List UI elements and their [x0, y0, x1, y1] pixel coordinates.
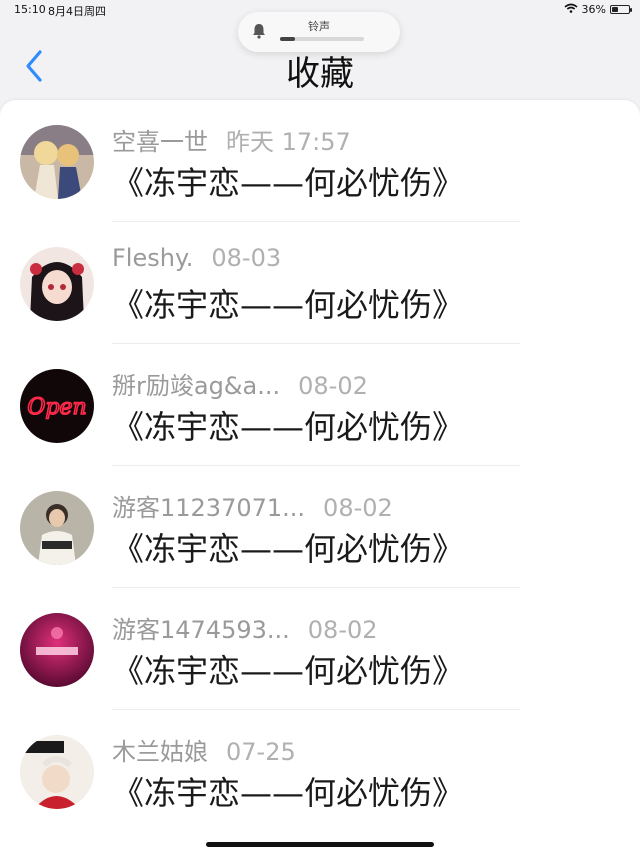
svg-text:Open: Open — [27, 395, 86, 420]
favorites-list: 空喜一世 昨天 17:57 《冻宇恋——何必忧伤》 Fleshy. 08-03 《冻… — [0, 100, 640, 853]
avatar — [20, 491, 94, 565]
name-line: 空喜一世 昨天 17:57 — [112, 122, 351, 157]
song-title: 《冻宇恋——何必忧伤》 — [112, 652, 465, 690]
battery-percent: 36% — [581, 3, 606, 16]
user-name: 木兰姑娘 — [112, 738, 208, 766]
battery-icon — [610, 5, 632, 14]
list-item[interactable]: 游客11237071... 08-02 《冻宇恋——何必忧伤》 — [0, 466, 640, 588]
page-title: 收藏 — [286, 54, 354, 94]
post-date: 昨天 17:57 — [226, 128, 351, 156]
song-title: 《冻宇恋——何必忧伤》 — [112, 286, 465, 324]
name-line: 木兰姑娘 07-25 — [112, 732, 296, 767]
post-date: 07-25 — [226, 738, 296, 766]
avatar — [20, 125, 94, 199]
song-title: 《冻宇恋——何必忧伤》 — [112, 408, 465, 446]
list-item[interactable]: Fleshy. 08-03 《冻宇恋——何必忧伤》 — [0, 222, 640, 344]
list-item[interactable]: Open 掰r励竣ag&a... 08-02 《冻宇恋——何必忧伤》 — [0, 344, 640, 466]
avatar: Open — [20, 369, 94, 443]
wifi-icon — [564, 3, 578, 16]
post-date: 08-03 — [211, 244, 282, 272]
user-name: Fleshy. — [112, 244, 194, 272]
post-date: 08-02 — [323, 494, 393, 522]
home-indicator[interactable] — [206, 842, 434, 847]
volume-fill — [280, 37, 296, 41]
avatar — [20, 247, 94, 321]
status-date: 8月4日周四 — [48, 5, 106, 18]
user-name: 掰r励竣ag&a... — [112, 372, 281, 400]
name-line: 掰r励竣ag&a... 08-02 — [112, 366, 368, 401]
user-name: 游客11237071... — [112, 494, 306, 522]
name-line: Fleshy. 08-03 — [112, 244, 281, 272]
list-item[interactable]: 木兰姑娘 07-25 《冻宇恋——何必忧伤》 — [0, 710, 640, 832]
name-line: 游客11237071... 08-02 — [112, 488, 393, 523]
user-name: 空喜一世 — [112, 128, 208, 156]
battery-fill — [612, 7, 618, 12]
post-date: 08-02 — [307, 616, 378, 644]
song-title: 《冻宇恋——何必忧伤》 — [112, 774, 465, 812]
avatar — [20, 735, 94, 809]
list-item[interactable]: 空喜一世 昨天 17:57 《冻宇恋——何必忧伤》 — [0, 100, 640, 222]
name-line: 游客1474593... 08-02 — [112, 610, 378, 645]
volume-track — [280, 37, 364, 41]
volume-label: 铃声 — [308, 20, 330, 33]
list-item[interactable]: 游客1474593... 08-02 《冻宇恋——何必忧伤》 — [0, 588, 640, 710]
avatar — [20, 613, 94, 687]
song-title: 《冻宇恋——何必忧伤》 — [112, 164, 465, 202]
status-time: 15:10 — [14, 3, 46, 16]
post-date: 08-02 — [298, 372, 368, 400]
user-name: 游客1474593... — [112, 616, 290, 644]
song-title: 《冻宇恋——何必忧伤》 — [112, 530, 465, 568]
volume-hud: 铃声 — [238, 12, 400, 52]
status-right: 36% — [564, 3, 632, 16]
